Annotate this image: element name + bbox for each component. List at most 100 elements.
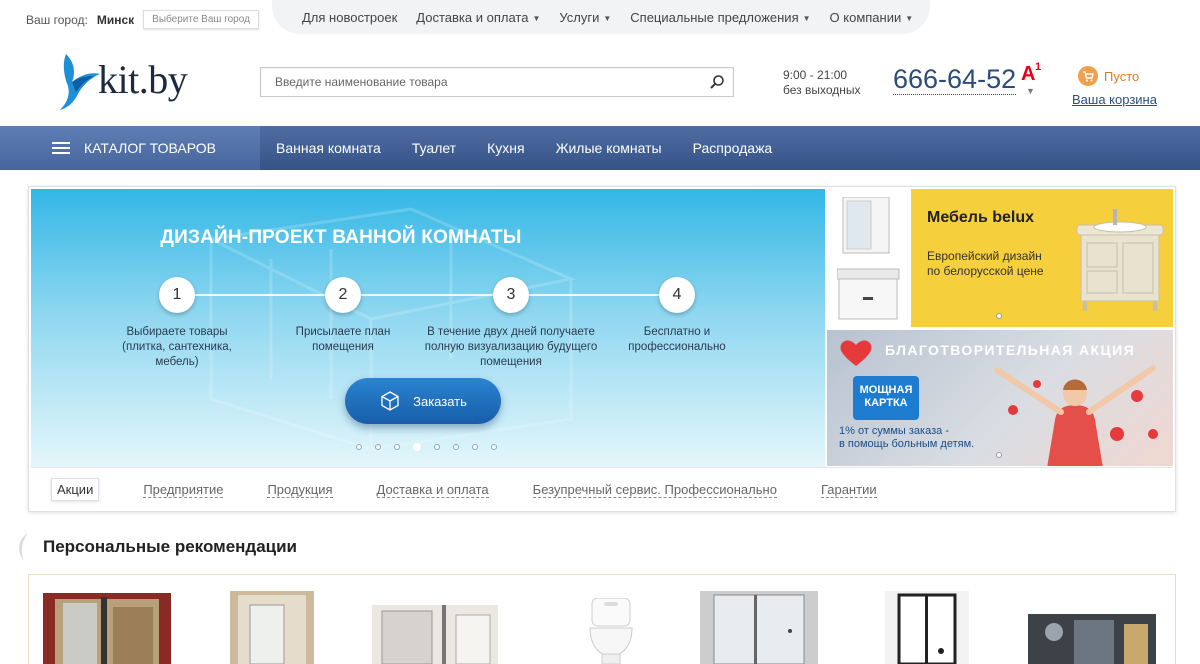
- tab-products[interactable]: Продукция: [267, 482, 333, 498]
- belux-subtitle: Европейский дизайн по белорусской цене: [927, 249, 1044, 279]
- order-button[interactable]: Заказать: [345, 378, 501, 424]
- hours-time: 9:00 - 21:00: [783, 68, 848, 82]
- step-1-text: Выбираете товары (плитка, сантехника, ме…: [122, 326, 232, 368]
- slider-dot[interactable]: [375, 444, 381, 450]
- caret-down-icon: ▼: [1026, 86, 1035, 96]
- tab-warranty[interactable]: Гарантии: [820, 482, 877, 498]
- charity-title: БЛАГОТВОРИТЕЛЬНАЯ АКЦИЯ: [885, 342, 1136, 358]
- cart-icon: [1078, 66, 1098, 86]
- step-2-badge: 2: [325, 277, 361, 313]
- slider-dot[interactable]: [491, 444, 497, 450]
- card-line: КАРТКА: [864, 397, 908, 409]
- catalog-label: КАТАЛОГ ТОВАРОВ: [84, 140, 216, 156]
- working-hours: 9:00 - 21:00 без выходных: [783, 68, 861, 98]
- caret-down-icon: ▼: [532, 13, 541, 23]
- topnav-label: О компании: [829, 9, 902, 25]
- hours-days: без выходных: [783, 83, 861, 97]
- recommendations-title: Персональные рекомендации: [43, 537, 298, 556]
- steps-connector: [177, 294, 677, 296]
- bird-logo-icon: [60, 54, 100, 110]
- nav-bathroom[interactable]: Ванная комната: [276, 140, 381, 156]
- choose-city-button[interactable]: Выберите Ваш город: [143, 10, 259, 29]
- svg-text:A: A: [1021, 63, 1035, 84]
- hero-title: ДИЗАЙН-ПРОЕКТ ВАННОЙ КОМНАТЫ: [160, 227, 522, 248]
- mocnaya-karta-logo: МОЩНАЯ КАРТКА: [853, 376, 919, 420]
- banner-dot[interactable]: [996, 452, 1002, 458]
- main-nav: КАТАЛОГ ТОВАРОВ Ванная комната Туалет Ку…: [0, 126, 1200, 170]
- top-bar: Ваш город: Минск Выберите Ваш город Для …: [0, 0, 1200, 40]
- belux-line: по белорусской цене: [927, 264, 1044, 278]
- charity-line: 1% от суммы заказа -: [839, 425, 949, 437]
- topnav-label: Доставка и оплата: [416, 9, 529, 25]
- charity-banner[interactable]: БЛАГОТВОРИТЕЛЬНАЯ АКЦИЯ МОЩНАЯ КАРТКА 1%…: [827, 330, 1173, 466]
- city-selector: Ваш город: Минск Выберите Ваш город: [26, 10, 259, 29]
- tab-delivery[interactable]: Доставка и оплата: [376, 482, 489, 498]
- step-4-badge: 4: [659, 277, 695, 313]
- slider-dot[interactable]: [434, 444, 440, 450]
- operator-selector[interactable]: A 1 ▼: [1020, 58, 1046, 96]
- product-image-black-frame-shower[interactable]: [885, 591, 969, 664]
- slider-dot[interactable]: [472, 444, 478, 450]
- girl-with-balloons-image: [994, 365, 1158, 466]
- catalog-button[interactable]: КАТАЛОГ ТОВАРОВ: [0, 126, 260, 170]
- slider-dot[interactable]: [356, 444, 362, 450]
- cart-link[interactable]: Ваша корзина: [1072, 92, 1157, 107]
- slider-dot[interactable]: [394, 444, 400, 450]
- step-2-text: Присылаете план помещения: [295, 326, 391, 353]
- tab-promotions[interactable]: Акции: [51, 478, 100, 501]
- site-logo[interactable]: kit.by: [58, 52, 198, 112]
- topnav-new-buildings[interactable]: Для новостроек: [302, 10, 397, 25]
- slider-dot[interactable]: [453, 444, 459, 450]
- cube-icon: [381, 391, 399, 411]
- charity-line: в помощь больным детям.: [839, 438, 975, 450]
- order-button-label: Заказать: [413, 393, 467, 409]
- caret-down-icon: ▼: [603, 13, 612, 23]
- city-name[interactable]: Минск: [97, 13, 134, 27]
- heart-icon: [840, 340, 872, 366]
- caret-down-icon: ▼: [802, 13, 811, 23]
- product-image-toilet[interactable]: [588, 598, 634, 664]
- banner-dot[interactable]: [996, 313, 1002, 319]
- search-box: [260, 67, 734, 97]
- product-image-shower-screen[interactable]: [372, 605, 498, 664]
- slider-dot[interactable]: [413, 443, 421, 451]
- topnav-label: Специальные предложения: [630, 9, 799, 25]
- page-curl-decoration: [19, 533, 28, 561]
- nav-sale[interactable]: Распродажа: [693, 140, 773, 156]
- topnav-delivery[interactable]: Доставка и оплата ▼: [416, 10, 540, 25]
- product-image-shower-door[interactable]: [230, 591, 314, 664]
- step-3-badge: 3: [493, 277, 529, 313]
- step-4-text: Бесплатно и профессионально: [628, 326, 726, 353]
- top-nav: Для новостроек Доставка и оплата ▼ Услуги…: [272, 0, 930, 34]
- menu-icon: [52, 139, 70, 157]
- topnav-label: Для новостроек: [302, 9, 398, 25]
- search-icon[interactable]: [709, 74, 725, 90]
- topnav-services[interactable]: Услуги ▼: [559, 10, 611, 25]
- nav-kitchen[interactable]: Кухня: [487, 140, 524, 156]
- tab-service[interactable]: Безупречный сервис. Профессионально: [532, 482, 777, 498]
- cart-status: Пусто: [1078, 66, 1157, 86]
- topnav-about[interactable]: О компании ▼: [830, 10, 914, 25]
- tab-enterprise[interactable]: Предприятие: [143, 482, 224, 498]
- svg-text:1: 1: [1035, 61, 1041, 73]
- cart[interactable]: Пусто Ваша корзина: [1072, 66, 1157, 107]
- topnav-label: Услуги: [559, 9, 600, 25]
- belux-title: Мебель belux: [927, 209, 1035, 226]
- cart-status-text: Пусто: [1104, 68, 1140, 84]
- belux-banner[interactable]: Мебель belux Европейский дизайн по белор…: [827, 189, 1173, 327]
- nav-living-rooms[interactable]: Жилые комнаты: [556, 140, 662, 156]
- logo-text: kit.by: [98, 57, 188, 102]
- vanity-furniture-image: [1076, 209, 1164, 311]
- product-image-shower-panel[interactable]: [43, 593, 171, 664]
- step-3-text: В течение двух дней получаете полную виз…: [424, 326, 598, 368]
- product-image-bathroom-interior[interactable]: [1028, 614, 1156, 664]
- city-label: Ваш город:: [26, 12, 88, 27]
- topnav-special-offers[interactable]: Специальные предложения ▼: [630, 10, 810, 25]
- phone-number[interactable]: 666-64-52: [893, 64, 1017, 95]
- a1-operator-icon: A 1: [1021, 61, 1041, 85]
- product-image-shower-cabin[interactable]: [700, 591, 818, 664]
- belux-line: Европейский дизайн: [927, 249, 1042, 263]
- search-input[interactable]: [261, 68, 691, 96]
- hero-slider[interactable]: ДИЗАЙН-ПРОЕКТ ВАННОЙ КОМНАТЫ 1 2 3 4 Выб…: [31, 189, 825, 467]
- nav-toilet[interactable]: Туалет: [412, 140, 456, 156]
